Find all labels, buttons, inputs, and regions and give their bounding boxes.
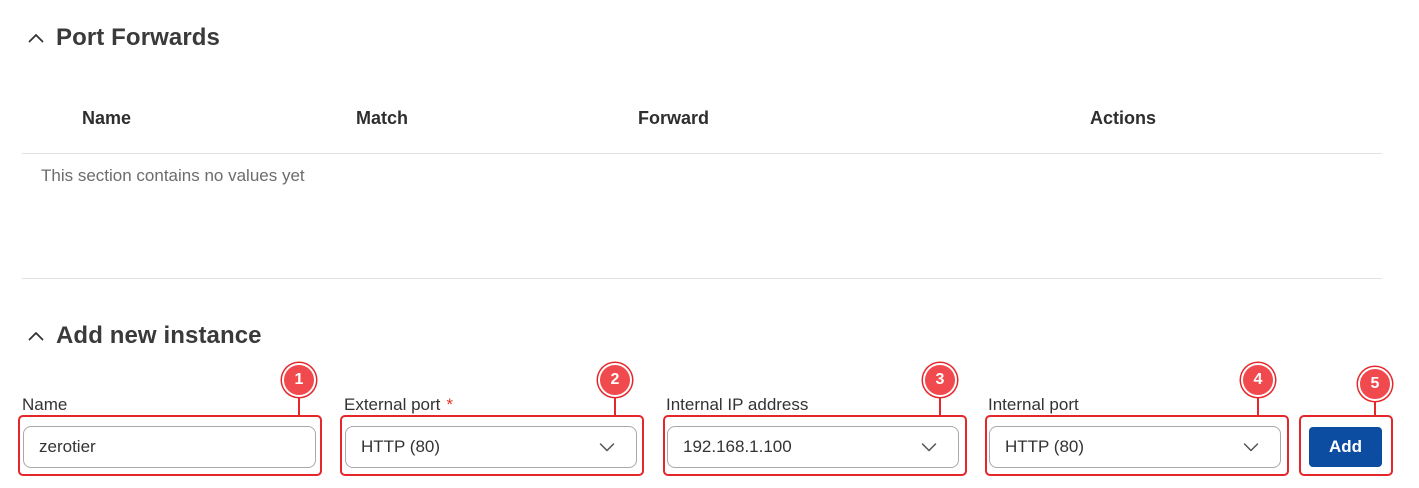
section-title: Port Forwards bbox=[56, 24, 220, 51]
callout-stem-1 bbox=[298, 397, 300, 415]
section-title: Add new instance bbox=[56, 322, 262, 349]
chevron-up-icon[interactable] bbox=[26, 326, 46, 346]
internal-ip-value: 192.168.1.100 bbox=[683, 437, 792, 456]
column-header-forward: Forward bbox=[638, 108, 710, 128]
callout-stem-2 bbox=[614, 397, 616, 415]
internal-port-label: Internal port bbox=[988, 395, 1079, 414]
internal-port-select[interactable]: HTTP (80) bbox=[989, 426, 1281, 468]
chevron-down-icon bbox=[1240, 436, 1262, 458]
external-port-label-text: External port bbox=[344, 395, 441, 414]
callout-badge-5: 5 bbox=[1358, 367, 1392, 401]
chevron-down-icon bbox=[596, 436, 618, 458]
column-header-match: Match bbox=[356, 108, 409, 128]
callout-badge-2: 2 bbox=[598, 363, 632, 397]
external-port-label: External port * bbox=[344, 395, 453, 415]
name-input[interactable]: zerotier bbox=[23, 426, 316, 468]
callout-badge-3: 3 bbox=[923, 363, 957, 397]
add-button[interactable]: Add bbox=[1309, 427, 1382, 467]
column-header-actions: Actions bbox=[1090, 108, 1157, 128]
section-divider bbox=[22, 278, 1382, 279]
add-instance-header[interactable]: Add new instance bbox=[26, 322, 262, 350]
internal-ip-label: Internal IP address bbox=[666, 395, 809, 414]
internal-port-value: HTTP (80) bbox=[1005, 437, 1085, 456]
external-port-value: HTTP (80) bbox=[361, 437, 441, 456]
required-marker: * bbox=[446, 395, 454, 414]
empty-table-message: This section contains no values yet bbox=[41, 166, 305, 185]
internal-ip-select[interactable]: 192.168.1.100 bbox=[667, 426, 959, 468]
callout-stem-4 bbox=[1257, 397, 1259, 415]
callout-stem-3 bbox=[939, 397, 941, 415]
chevron-down-icon bbox=[918, 436, 940, 458]
column-header-name: Name bbox=[82, 108, 132, 128]
callout-badge-4: 4 bbox=[1241, 363, 1275, 397]
external-port-select[interactable]: HTTP (80) bbox=[345, 426, 637, 468]
chevron-up-icon[interactable] bbox=[26, 28, 46, 48]
table-header-divider bbox=[22, 153, 1382, 154]
callout-badge-1: 1 bbox=[282, 363, 316, 397]
name-label: Name bbox=[22, 395, 68, 414]
port-forwards-header[interactable]: Port Forwards bbox=[26, 24, 220, 52]
name-input-value: zerotier bbox=[39, 437, 96, 456]
